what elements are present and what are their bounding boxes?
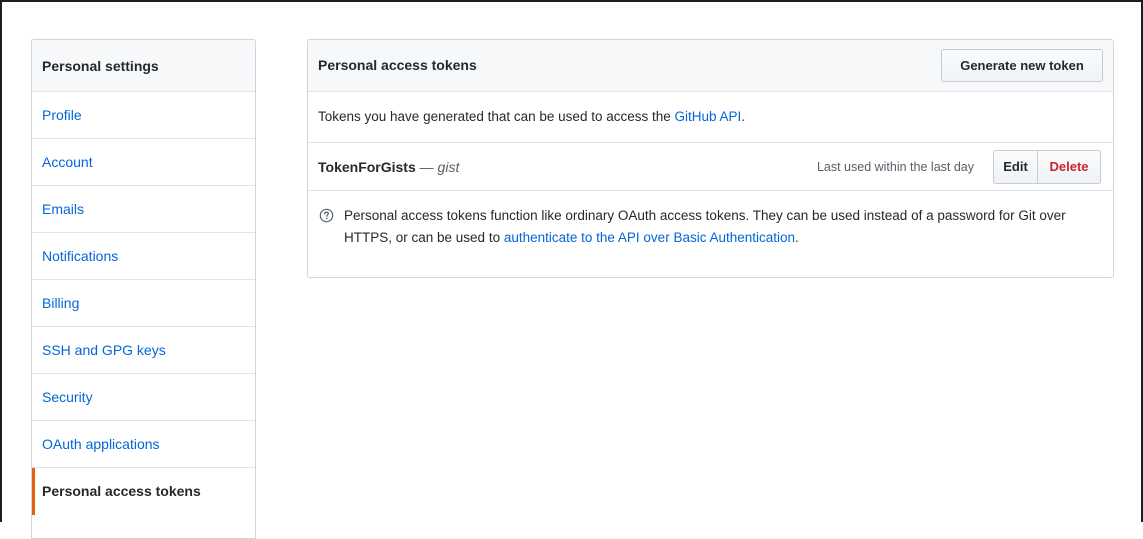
sidebar-item-account[interactable]: Account (32, 139, 255, 186)
token-row: TokenForGists — gist Last used within th… (308, 143, 1113, 191)
sidebar-item-security[interactable]: Security (32, 374, 255, 421)
panel-header: Personal access tokens Generate new toke… (308, 40, 1113, 92)
intro-text-body: Tokens you have generated that can be us… (318, 109, 675, 124)
sidebar-item-emails[interactable]: Emails (32, 186, 255, 233)
page-title: Personal access tokens (318, 57, 477, 73)
sidebar-item-notifications[interactable]: Notifications (32, 233, 255, 280)
help-note: Personal access tokens function like ord… (308, 191, 1113, 249)
intro-text: Tokens you have generated that can be us… (308, 92, 1113, 143)
generate-new-token-button[interactable]: Generate new token (941, 49, 1103, 82)
basic-auth-link[interactable]: authenticate to the API over Basic Authe… (504, 230, 795, 245)
tokens-panel: Personal access tokens Generate new toke… (307, 39, 1114, 278)
sidebar-item-oauth-applications[interactable]: OAuth applications (32, 421, 255, 468)
token-actions: Edit Delete (993, 150, 1101, 184)
github-api-link[interactable]: GitHub API (675, 109, 742, 124)
token-scope: gist (437, 159, 460, 175)
question-circle-icon (319, 208, 334, 223)
sidebar-item-personal-access-tokens[interactable]: Personal access tokens (32, 468, 255, 515)
token-entry: TokenForGists — gist (318, 143, 459, 191)
sidebar-item-profile[interactable]: Profile (32, 92, 255, 139)
delete-token-button[interactable]: Delete (1038, 150, 1101, 184)
intro-text-suffix: . (741, 109, 746, 124)
sidebar-item-billing[interactable]: Billing (32, 280, 255, 327)
help-note-suffix: . (795, 230, 799, 245)
edit-token-button[interactable]: Edit (993, 150, 1038, 184)
sidebar-header: Personal settings (32, 40, 255, 92)
sidebar-item-ssh-gpg-keys[interactable]: SSH and GPG keys (32, 327, 255, 374)
token-name: TokenForGists (318, 159, 416, 175)
token-last-used: Last used within the last day (816, 160, 974, 174)
settings-sidebar: Personal settings Profile Account Emails… (31, 39, 256, 539)
token-separator: — (415, 159, 438, 175)
